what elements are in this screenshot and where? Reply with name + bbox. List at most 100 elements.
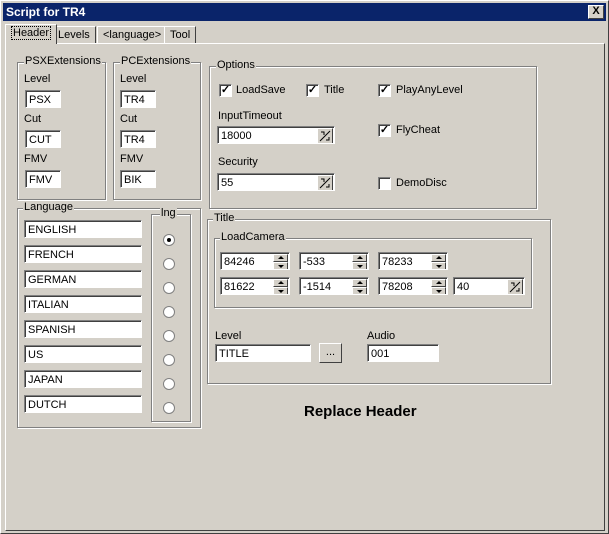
target-x-field[interactable]: 81622 xyxy=(220,277,290,295)
lng-radio-group: lng xyxy=(151,207,191,422)
camera-z-value: 78233 xyxy=(382,256,413,268)
lng-radio-3[interactable] xyxy=(163,306,175,318)
pc-level-field[interactable]: TR4 xyxy=(120,90,156,108)
security-field[interactable]: 55 xyxy=(217,173,335,191)
lng-radio-1[interactable] xyxy=(163,258,175,270)
target-z-value: 78208 xyxy=(382,281,413,293)
language-field-3[interactable]: ITALIAN xyxy=(24,295,142,313)
camera-x-spinner[interactable] xyxy=(273,254,288,269)
language-group: Language ENGLISH FRENCH GERMAN ITALIAN S… xyxy=(17,201,201,428)
lng-legend: lng xyxy=(160,207,177,219)
spin-up-icon[interactable] xyxy=(431,279,446,287)
camera-x-value: 84246 xyxy=(224,256,255,268)
lng-radio-5[interactable] xyxy=(163,354,175,366)
psx-fmv-field[interactable]: FMV xyxy=(25,170,61,188)
title-bar: Script for TR4 X xyxy=(3,3,606,21)
title-level-field[interactable]: TITLE xyxy=(215,344,311,362)
lng-radio-6[interactable] xyxy=(163,378,175,390)
pc-extensions-legend: PCExtensions xyxy=(120,55,192,67)
inputtimeout-field[interactable]: 18000 xyxy=(217,126,335,144)
spin-down-icon[interactable] xyxy=(273,287,288,294)
language-field-2[interactable]: GERMAN xyxy=(24,270,142,288)
browse-button[interactable]: ... xyxy=(319,343,342,363)
camera-y-value: -533 xyxy=(303,256,326,268)
psx-cut-field[interactable]: CUT xyxy=(25,130,61,148)
inputtimeout-label: InputTimeout xyxy=(218,110,282,122)
spin-down-icon[interactable] xyxy=(431,262,446,269)
spin-up-icon[interactable] xyxy=(273,254,288,262)
demodisc-checkbox[interactable] xyxy=(378,177,391,190)
inputtimeout-slider-button[interactable] xyxy=(317,128,333,143)
camera-y-spinner[interactable] xyxy=(352,254,367,269)
replace-header-button[interactable]: Replace Header xyxy=(304,403,417,420)
title-label: Title xyxy=(324,84,345,96)
spin-down-icon[interactable] xyxy=(352,262,367,269)
language-field-5[interactable]: US xyxy=(24,345,142,363)
loadsave-checkbox[interactable]: ✓ xyxy=(219,84,232,97)
language-legend: Language xyxy=(23,201,74,213)
psx-cut-label: Cut xyxy=(24,113,42,125)
lng-radio-7[interactable] xyxy=(163,402,175,414)
tab-levels[interactable]: Levels xyxy=(52,26,96,44)
audio-field[interactable]: 001 xyxy=(367,344,439,362)
psx-extensions-legend: PSXExtensions xyxy=(24,55,102,67)
demodisc-label: DemoDisc xyxy=(396,177,447,189)
language-field-1[interactable]: FRENCH xyxy=(24,245,142,263)
pc-level-label: Level xyxy=(120,73,147,85)
spin-up-icon[interactable] xyxy=(352,254,367,262)
psx-extensions-group: PSXExtensions Level PSX Cut CUT FMV FMV xyxy=(17,55,106,200)
spin-up-icon[interactable] xyxy=(431,254,446,262)
pc-extensions-group: PCExtensions Level TR4 Cut TR4 FMV BIK xyxy=(113,55,201,200)
target-z-spinner[interactable] xyxy=(431,279,446,294)
title-group: Title LoadCamera 84246 -533 78233 81622 … xyxy=(207,212,551,384)
camera-y-field[interactable]: -533 xyxy=(299,252,369,270)
audio-label: Audio xyxy=(367,330,396,342)
target-y-field[interactable]: -1514 xyxy=(299,277,369,295)
spin-down-icon[interactable] xyxy=(273,262,288,269)
tab-tool[interactable]: Tool xyxy=(164,26,197,44)
spin-up-icon[interactable] xyxy=(273,279,288,287)
camera-x-field[interactable]: 84246 xyxy=(220,252,290,270)
pc-cut-field[interactable]: TR4 xyxy=(120,130,156,148)
tab-header[interactable]: Header xyxy=(5,24,58,44)
camera-room-field[interactable]: 40 xyxy=(453,277,525,295)
camera-room-value: 40 xyxy=(457,281,470,293)
close-button[interactable]: X xyxy=(588,5,604,19)
camera-z-field[interactable]: 78233 xyxy=(378,252,448,270)
slider-icon xyxy=(509,281,521,293)
spin-down-icon[interactable] xyxy=(352,287,367,294)
security-slider-button[interactable] xyxy=(317,175,333,190)
lng-radio-0[interactable] xyxy=(163,234,175,246)
target-y-value: -1514 xyxy=(303,281,332,293)
lng-radio-2[interactable] xyxy=(163,282,175,294)
spin-up-icon[interactable] xyxy=(352,279,367,287)
camera-room-slider-button[interactable] xyxy=(507,279,523,294)
psx-fmv-label: FMV xyxy=(24,153,48,165)
language-field-6[interactable]: JAPAN xyxy=(24,370,142,388)
tab-language[interactable]: <language> xyxy=(97,26,168,44)
target-z-field[interactable]: 78208 xyxy=(378,277,448,295)
lng-radio-4[interactable] xyxy=(163,330,175,342)
playanylevel-checkbox[interactable]: ✓ xyxy=(378,84,391,97)
title-checkbox[interactable]: ✓ xyxy=(306,84,319,97)
tab-header-label: Header xyxy=(11,26,52,40)
title-legend: Title xyxy=(213,212,236,224)
camera-z-spinner[interactable] xyxy=(431,254,446,269)
psx-level-label: Level xyxy=(24,73,51,85)
flycheat-checkbox[interactable]: ✓ xyxy=(378,124,391,137)
psx-level-field[interactable]: PSX xyxy=(25,90,61,108)
pc-fmv-label: FMV xyxy=(120,153,144,165)
spin-down-icon[interactable] xyxy=(431,287,446,294)
options-legend: Options xyxy=(216,59,256,71)
language-field-4[interactable]: SPANISH xyxy=(24,320,142,338)
language-field-0[interactable]: ENGLISH xyxy=(24,220,142,238)
target-y-spinner[interactable] xyxy=(352,279,367,294)
language-field-7[interactable]: DUTCH xyxy=(24,395,142,413)
slider-icon xyxy=(319,130,331,142)
target-x-spinner[interactable] xyxy=(273,279,288,294)
header-tab-panel: PSXExtensions Level PSX Cut CUT FMV FMV … xyxy=(5,43,605,531)
pc-cut-label: Cut xyxy=(120,113,138,125)
loadsave-label: LoadSave xyxy=(236,84,286,96)
pc-fmv-field[interactable]: BIK xyxy=(120,170,156,188)
security-value: 55 xyxy=(221,177,234,189)
